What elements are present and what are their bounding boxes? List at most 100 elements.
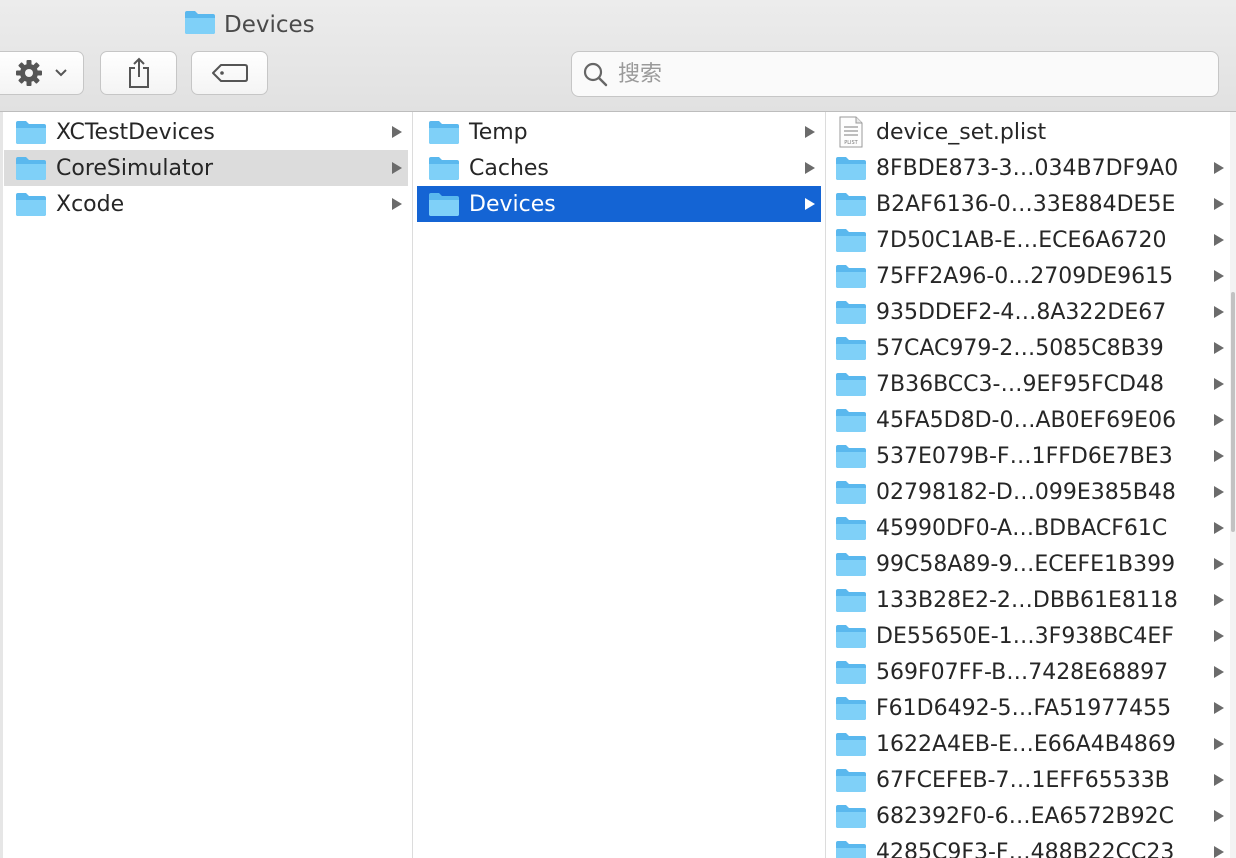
folder-icon xyxy=(14,155,48,181)
disclosure-arrow-icon xyxy=(390,158,404,178)
list-item-device-folder[interactable]: DE55650E-1…3F938BC4EF xyxy=(826,618,1230,654)
list-item-temp[interactable]: Temp xyxy=(417,114,821,150)
share-button[interactable] xyxy=(100,51,177,95)
list-item-coresimulator[interactable]: CoreSimulator xyxy=(4,150,408,186)
scrollbar-thumb[interactable] xyxy=(1231,292,1235,532)
disclosure-arrow-icon xyxy=(1212,554,1226,574)
disclosure-arrow-icon xyxy=(1212,266,1226,286)
list-item-device-folder[interactable]: 57CAC979-2…5085C8B39 xyxy=(826,330,1230,366)
folder-icon xyxy=(834,371,868,397)
browser-column-1[interactable]: XCTestDevices CoreSimulator Xcode xyxy=(0,112,412,858)
disclosure-arrow-icon xyxy=(1212,770,1226,790)
list-item-device-folder[interactable]: B2AF6136-0…33E884DE5E xyxy=(826,186,1230,222)
disclosure-arrow-icon xyxy=(1212,302,1226,322)
list-item-label: XCTestDevices xyxy=(56,119,215,145)
list-item-label: Xcode xyxy=(56,191,125,217)
list-item-label: 1622A4EB-E…E66A4B4869 xyxy=(876,731,1176,757)
list-item-label: device_set.plist xyxy=(876,119,1047,145)
disclosure-arrow-icon xyxy=(1212,590,1226,610)
folder-icon xyxy=(834,263,868,289)
list-item-label: 57CAC979-2…5085C8B39 xyxy=(876,335,1164,361)
list-item-device-folder[interactable]: 7B36BCC3-…9EF95FCD48 xyxy=(826,366,1230,402)
list-item-label: 4285C9F3-F…488B22CC23 xyxy=(876,839,1175,858)
tag-button[interactable] xyxy=(191,51,268,95)
folder-icon xyxy=(834,803,868,829)
tag-icon xyxy=(211,63,249,83)
list-item-device-folder[interactable]: 8FBDE873-3…034B7DF9A0 xyxy=(826,150,1230,186)
list-item-label: Caches xyxy=(469,155,549,181)
list-item-label: B2AF6136-0…33E884DE5E xyxy=(876,191,1176,217)
list-item-label: 7D50C1AB-E…ECE6A6720 xyxy=(876,227,1167,253)
list-item-label: 935DDEF2-4…8A322DE67 xyxy=(876,299,1167,325)
list-item-device-folder[interactable]: 682392F0-6…EA6572B92C xyxy=(826,798,1230,834)
disclosure-arrow-icon xyxy=(1212,446,1226,466)
list-item-label: 75FF2A96-0…2709DE9615 xyxy=(876,263,1174,289)
disclosure-arrow-icon xyxy=(1212,194,1226,214)
list-item-device-folder[interactable]: 67FCEFEB-7…1EFF65533B xyxy=(826,762,1230,798)
list-item-label: 02798182-D…099E385B48 xyxy=(876,479,1176,505)
search-input[interactable] xyxy=(616,60,1180,88)
list-item-device-folder[interactable]: 569F07FF-B…7428E68897 xyxy=(826,654,1230,690)
folder-icon xyxy=(834,515,868,541)
list-item-device-folder[interactable]: 1622A4EB-E…E66A4B4869 xyxy=(826,726,1230,762)
disclosure-arrow-icon xyxy=(1212,482,1226,502)
list-item-label: 133B28E2-2…DBB61E8118 xyxy=(876,587,1178,613)
list-item-device-folder[interactable]: 537E079B-F…1FFD6E7BE3 xyxy=(826,438,1230,474)
folder-icon xyxy=(834,551,868,577)
folder-icon xyxy=(834,659,868,685)
folder-icon xyxy=(834,155,868,181)
disclosure-arrow-icon xyxy=(390,194,404,214)
column-3-scrollbar[interactable] xyxy=(1230,112,1236,858)
list-item-device-folder[interactable]: 133B28E2-2…DBB61E8118 xyxy=(826,582,1230,618)
list-item-label: 67FCEFEB-7…1EFF65533B xyxy=(876,767,1170,793)
gear-icon xyxy=(14,58,44,88)
window-title-text: Devices xyxy=(224,12,315,38)
list-item-device-set-plist[interactable]: PLIST device_set.plist xyxy=(826,114,1230,150)
folder-icon xyxy=(834,479,868,505)
browser-column-2[interactable]: Temp Caches Devices xyxy=(413,112,825,858)
window-title: Devices xyxy=(184,8,315,42)
list-item-label: 537E079B-F…1FFD6E7BE3 xyxy=(876,443,1173,469)
list-item-label: 99C58A89-9…ECEFE1B399 xyxy=(876,551,1176,577)
folder-icon xyxy=(834,299,868,325)
disclosure-arrow-icon xyxy=(803,194,817,214)
folder-icon xyxy=(14,119,48,145)
search-field[interactable] xyxy=(571,51,1219,97)
folder-icon xyxy=(834,623,868,649)
folder-icon xyxy=(834,587,868,613)
list-item-devices[interactable]: Devices xyxy=(417,186,821,222)
list-item-device-folder[interactable]: 45FA5D8D-0…AB0EF69E06 xyxy=(826,402,1230,438)
action-menu-button[interactable] xyxy=(0,51,84,95)
list-item-xctestdevices[interactable]: XCTestDevices xyxy=(4,114,408,150)
folder-icon xyxy=(427,155,461,181)
list-item-device-folder[interactable]: 935DDEF2-4…8A322DE67 xyxy=(826,294,1230,330)
folder-icon xyxy=(834,767,868,793)
list-item-label: Temp xyxy=(469,119,528,145)
list-item-device-folder[interactable]: 99C58A89-9…ECEFE1B399 xyxy=(826,546,1230,582)
disclosure-arrow-icon xyxy=(1212,734,1226,754)
disclosure-arrow-icon xyxy=(1212,842,1226,858)
list-item-label: 45FA5D8D-0…AB0EF69E06 xyxy=(876,407,1177,433)
list-item-device-folder[interactable]: 02798182-D…099E385B48 xyxy=(826,474,1230,510)
list-item-device-folder[interactable]: F61D6492-5…FA51977455 xyxy=(826,690,1230,726)
list-item-label: 8FBDE873-3…034B7DF9A0 xyxy=(876,155,1179,181)
list-item-xcode[interactable]: Xcode xyxy=(4,186,408,222)
list-item-caches[interactable]: Caches xyxy=(417,150,821,186)
list-item-device-folder[interactable]: 7D50C1AB-E…ECE6A6720 xyxy=(826,222,1230,258)
disclosure-arrow-icon xyxy=(1212,374,1226,394)
list-item-label: 682392F0-6…EA6572B92C xyxy=(876,803,1174,829)
list-item-label: Devices xyxy=(469,191,556,217)
list-item-device-folder[interactable]: 45990DF0-A…BDBACF61C xyxy=(826,510,1230,546)
list-item-device-folder[interactable]: 4285C9F3-F…488B22CC23 xyxy=(826,834,1230,858)
folder-icon xyxy=(834,839,868,858)
disclosure-arrow-icon xyxy=(390,122,404,142)
disclosure-arrow-icon xyxy=(1212,662,1226,682)
folder-icon xyxy=(834,695,868,721)
share-icon xyxy=(126,57,152,89)
folder-icon xyxy=(834,443,868,469)
list-item-device-folder[interactable]: 75FF2A96-0…2709DE9615 xyxy=(826,258,1230,294)
chevron-down-icon xyxy=(54,68,68,78)
folder-icon xyxy=(427,119,461,145)
disclosure-arrow-icon xyxy=(1212,158,1226,178)
browser-column-3[interactable]: PLIST device_set.plist 8FBDE873-3…034B7D… xyxy=(826,112,1230,858)
